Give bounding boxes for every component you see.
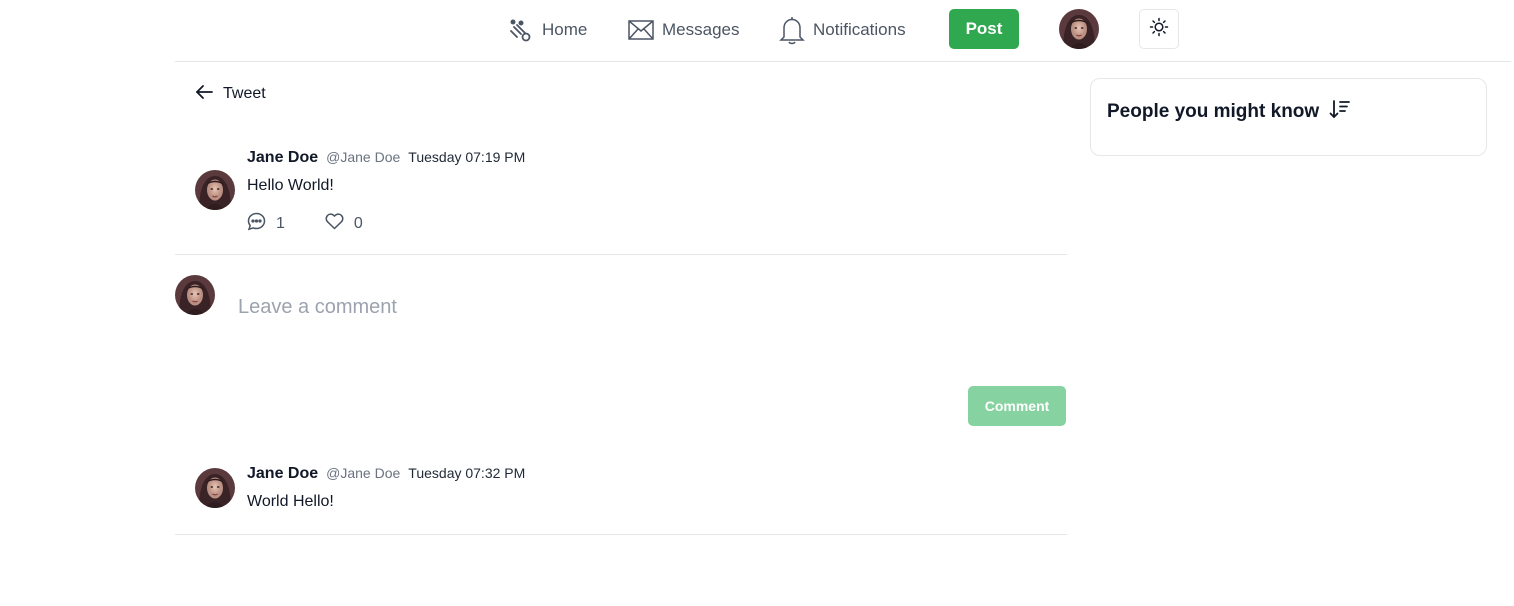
tweet-header: Jane Doe @Jane Doe Tuesday 07:19 PM: [247, 149, 525, 167]
reply-author-handle: @Jane Doe: [326, 465, 401, 481]
nav-home-link[interactable]: Home: [508, 14, 587, 46]
page-title: Tweet: [223, 85, 266, 102]
back-to-feed-link[interactable]: Tweet: [195, 82, 266, 106]
tweet-actions: 1 0: [247, 212, 363, 236]
reply-author-name[interactable]: Jane Doe: [247, 465, 318, 483]
people-card-header: People you might know: [1107, 99, 1351, 125]
like-action[interactable]: 0: [325, 212, 363, 236]
bell-icon: [779, 15, 805, 45]
reply-text: World Hello!: [247, 493, 334, 510]
envelope-icon: [628, 20, 654, 40]
main-tweet: Jane Doe @Jane Doe Tuesday 07:19 PM Hell…: [175, 140, 1067, 255]
heart-icon: [325, 213, 344, 235]
user-avatar[interactable]: [1059, 9, 1099, 49]
reply-tweet: Jane Doe @Jane Doe Tuesday 07:32 PM Worl…: [175, 456, 1067, 535]
nav-messages-link[interactable]: Messages: [628, 14, 739, 46]
top-navigation: Home Messages Notifications Post: [175, 0, 1511, 62]
comment-count: 1: [276, 215, 285, 232]
theme-toggle-button[interactable]: [1139, 9, 1179, 49]
tweet-author-name[interactable]: Jane Doe: [247, 149, 318, 167]
composer-avatar: [175, 275, 215, 315]
comment-button[interactable]: Comment: [968, 386, 1066, 426]
sun-icon: [1149, 17, 1169, 42]
like-count: 0: [353, 215, 363, 232]
nav-home-label: Home: [542, 20, 588, 39]
tweet-author-avatar[interactable]: [195, 170, 235, 210]
tweet-author-handle: @Jane Doe: [326, 149, 401, 165]
nav-messages-label: Messages: [662, 20, 740, 39]
arrow-left-icon: [195, 84, 213, 105]
nav-notifications-label: Notifications: [813, 20, 906, 39]
comment-icon: [247, 212, 266, 236]
sort-descending-icon[interactable]: [1329, 99, 1351, 125]
post-button[interactable]: Post: [949, 9, 1019, 49]
people-you-might-know-card: People you might know: [1090, 78, 1487, 156]
comment-action[interactable]: 1: [247, 212, 285, 236]
home-icon: [508, 17, 534, 43]
people-card-title: People you might know: [1107, 101, 1320, 122]
comment-input[interactable]: [228, 288, 1048, 358]
reply-author-avatar[interactable]: [195, 468, 235, 508]
nav-notifications-link[interactable]: Notifications: [779, 14, 906, 46]
tweet-timestamp: Tuesday 07:19 PM: [408, 149, 526, 165]
tweet-text: Hello World!: [247, 177, 334, 194]
reply-timestamp: Tuesday 07:32 PM: [408, 465, 526, 481]
reply-header: Jane Doe @Jane Doe Tuesday 07:32 PM: [247, 465, 525, 483]
